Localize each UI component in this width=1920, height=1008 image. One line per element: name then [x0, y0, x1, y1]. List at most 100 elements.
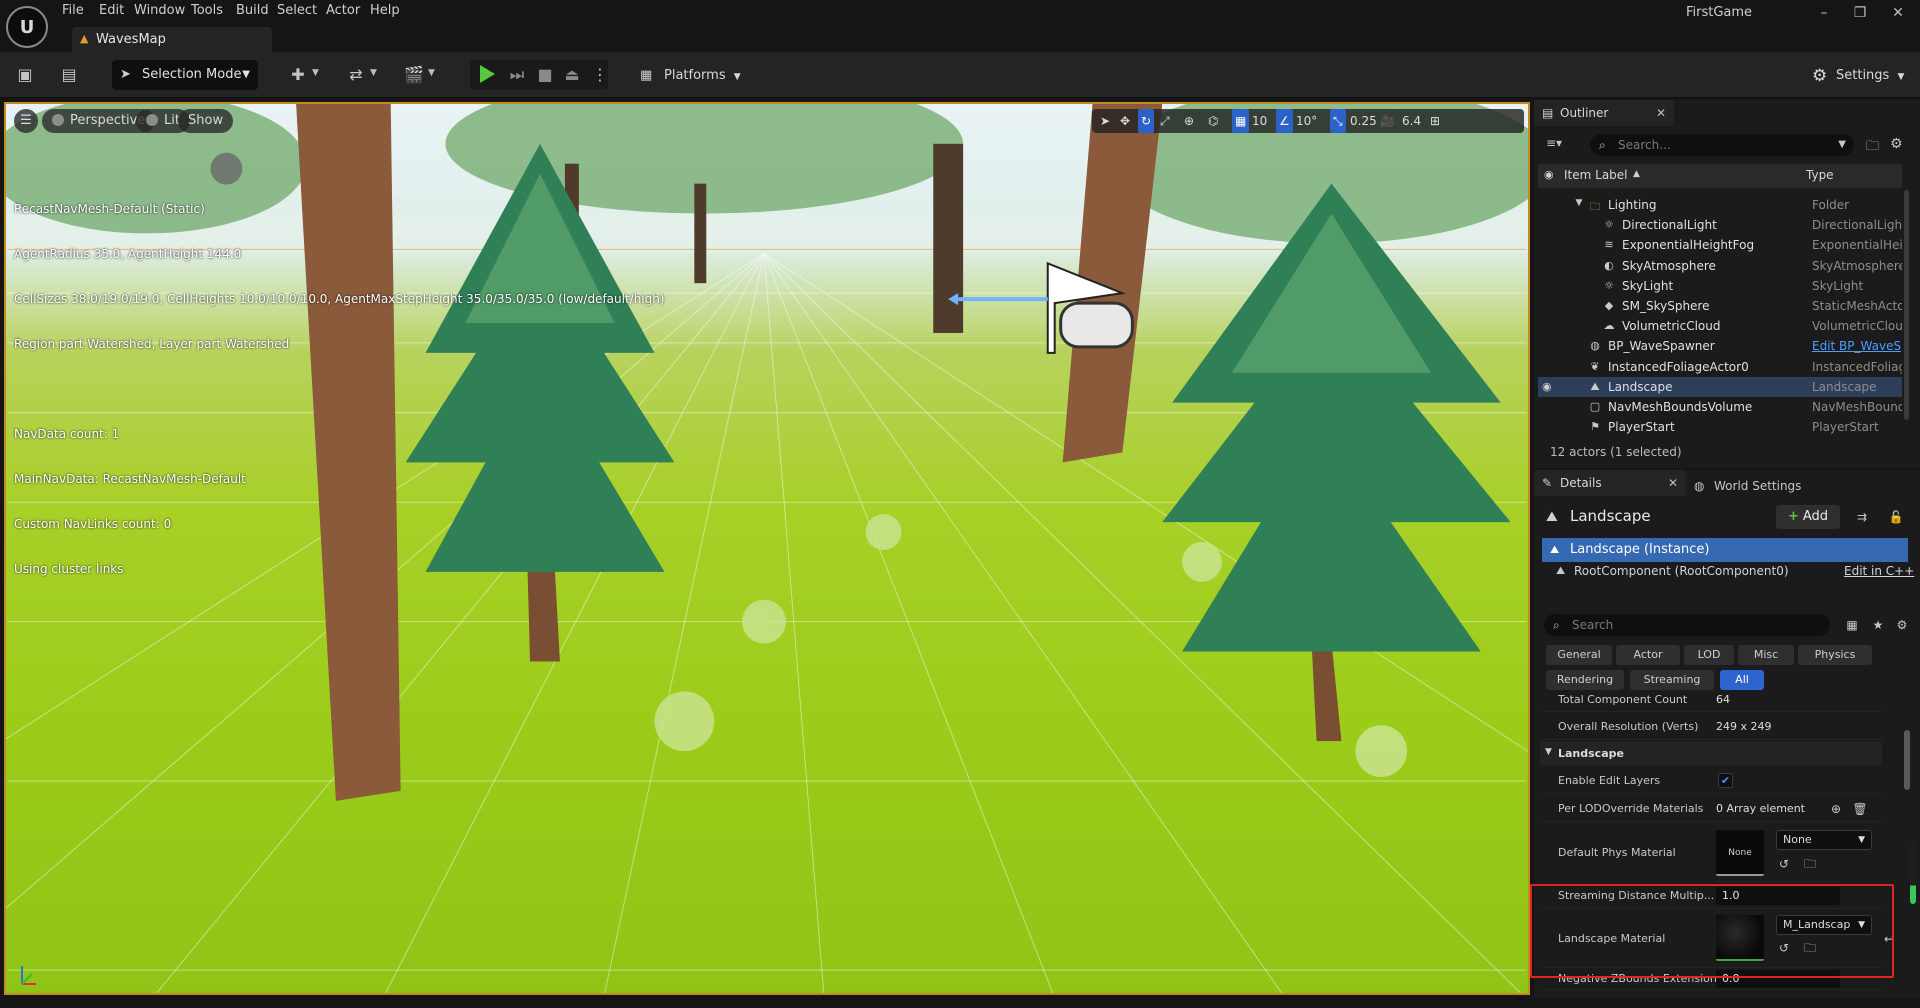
- add-actor-icon[interactable]: ✚: [286, 63, 310, 87]
- blueprint-icon[interactable]: ⇄: [344, 63, 368, 87]
- chevron-down-icon[interactable]: ▼: [370, 68, 377, 78]
- type-column[interactable]: Type: [1806, 168, 1834, 182]
- scale-snap-icon[interactable]: ⤡: [1330, 109, 1346, 133]
- settings-dropdown[interactable]: ⚙ Settings ▼: [1812, 64, 1904, 88]
- add-component-button[interactable]: + Add: [1776, 505, 1840, 529]
- close-icon[interactable]: ✕: [1668, 470, 1678, 496]
- outliner-row[interactable]: ⚑ PlayerStart PlayerStart: [1538, 417, 1902, 437]
- chevron-down-icon[interactable]: ▼: [312, 68, 319, 78]
- outliner-row[interactable]: ◉ ⛰ Landscape Landscape: [1538, 377, 1902, 397]
- add-folder-icon[interactable]: 🗀: [1866, 137, 1879, 159]
- outliner-row[interactable]: ☼ SkyLight SkyLight: [1538, 276, 1902, 296]
- reset-icon[interactable]: ↺: [1776, 856, 1792, 872]
- world-space-icon[interactable]: ⊕: [1184, 109, 1194, 133]
- enable-edit-layers-checkbox[interactable]: ✔: [1718, 773, 1733, 788]
- details-search-input[interactable]: ⌕ Search: [1544, 614, 1830, 636]
- stop-icon[interactable]: ■: [533, 63, 557, 87]
- outliner-scrollbar[interactable]: [1904, 190, 1909, 420]
- outliner-row[interactable]: ❦ InstancedFoliageActor0 InstancedFoliageA…: [1538, 357, 1902, 377]
- save-icon[interactable]: ▣: [13, 63, 37, 87]
- menu-file[interactable]: File: [62, 3, 84, 18]
- platforms-dropdown[interactable]: ▦ Platforms ▼: [640, 64, 741, 88]
- world-settings-tab[interactable]: ◍ World Settings: [1694, 473, 1801, 499]
- blueprint-convert-icon[interactable]: ⇉: [1854, 509, 1870, 525]
- close-icon[interactable]: ✕: [1656, 100, 1666, 126]
- menu-help[interactable]: Help: [370, 3, 400, 18]
- cinematics-icon[interactable]: 🎬: [402, 63, 426, 87]
- menu-tools[interactable]: Tools: [191, 3, 223, 18]
- menu-actor[interactable]: Actor: [326, 3, 360, 18]
- chevron-down-icon[interactable]: ▼: [428, 68, 435, 78]
- component-tree-root[interactable]: ⛰ Landscape (Instance): [1542, 538, 1908, 562]
- outliner-tab[interactable]: ▤ Outliner ✕: [1534, 100, 1674, 126]
- filter-rendering[interactable]: Rendering: [1546, 670, 1624, 690]
- restore-icon[interactable]: ❐: [1842, 2, 1878, 24]
- scale-snap-value[interactable]: 0.25: [1350, 109, 1377, 133]
- visibility-icon[interactable]: ◉: [1544, 168, 1554, 181]
- filter-actor[interactable]: Actor: [1616, 645, 1680, 665]
- grid-snap-icon[interactable]: ▦: [1232, 109, 1250, 133]
- actor-name[interactable]: Landscape: [1570, 507, 1651, 525]
- gear-icon[interactable]: ⚙: [1894, 617, 1910, 633]
- step-icon[interactable]: ⏭: [505, 63, 529, 87]
- add-element-icon[interactable]: ⊕: [1828, 801, 1844, 817]
- camera-speed-icon[interactable]: 🎥: [1380, 109, 1395, 133]
- item-label-column[interactable]: Item Label: [1564, 168, 1628, 182]
- outliner-search-input[interactable]: ⌕ Search... ▼: [1590, 134, 1854, 156]
- level-tab[interactable]: ▲ WavesMap: [72, 27, 272, 52]
- viewport-menu-icon[interactable]: ☰: [14, 109, 38, 133]
- more-options-icon[interactable]: ⋮: [588, 63, 612, 87]
- play-icon[interactable]: [480, 65, 495, 83]
- content-browser-icon[interactable]: ▤: [57, 63, 81, 87]
- filter-icon[interactable]: ≡▾: [1546, 136, 1562, 150]
- filter-general[interactable]: General: [1546, 645, 1612, 665]
- selection-mode-dropdown[interactable]: ➤ Selection Mode ▼: [112, 60, 258, 90]
- outliner-row[interactable]: ≋ ExponentialHeightFog ExponentialHeightFo…: [1538, 235, 1902, 255]
- select-tool-icon[interactable]: ➤: [1100, 109, 1110, 133]
- trash-icon[interactable]: 🗑: [1852, 801, 1868, 817]
- edit-in-cpp-link[interactable]: Edit in C++: [1844, 564, 1914, 578]
- show-button[interactable]: Show: [178, 109, 234, 133]
- rotation-snap-icon[interactable]: ∠: [1276, 109, 1293, 133]
- gear-icon[interactable]: ⚙: [1890, 136, 1903, 152]
- edit-blueprint-link[interactable]: Edit BP_WaveSpawner: [1812, 339, 1902, 353]
- table-view-icon[interactable]: ▦: [1844, 617, 1860, 633]
- outliner-row[interactable]: ▼ 🗀 Lighting Folder: [1538, 195, 1902, 215]
- outliner-row[interactable]: ◍ BP_WaveSpawner Edit BP_WaveSpawner: [1538, 336, 1902, 356]
- filter-all[interactable]: All: [1720, 670, 1764, 690]
- rotate-tool-icon[interactable]: ↻: [1138, 109, 1155, 133]
- browse-icon[interactable]: 🗀: [1802, 856, 1818, 872]
- visibility-icon[interactable]: ◉: [1542, 380, 1552, 393]
- outliner-row[interactable]: ☼ DirectionalLight DirectionalLight: [1538, 215, 1902, 235]
- grid-snap-value[interactable]: 10: [1252, 109, 1267, 133]
- phys-material-combo[interactable]: None ▼: [1776, 830, 1872, 850]
- section-landscape[interactable]: ▼ Landscape: [1540, 742, 1882, 766]
- lock-icon[interactable]: 🔓: [1888, 509, 1904, 525]
- details-scrollbar[interactable]: [1904, 730, 1910, 790]
- outliner-row[interactable]: ☁ VolumetricCloud VolumetricCloud: [1538, 316, 1903, 336]
- chevron-down-icon[interactable]: ▼: [1572, 198, 1586, 212]
- minimize-icon[interactable]: –: [1806, 2, 1842, 24]
- details-tab[interactable]: ✎ Details ✕: [1534, 470, 1686, 496]
- level-viewport[interactable]: ☰ Perspective Lit Show ➤ ✥ ↻ ⤢ ⊕ ⌬ ▦ 10 …: [4, 102, 1530, 995]
- translate-tool-icon[interactable]: ✥: [1120, 109, 1130, 133]
- rotation-snap-value[interactable]: 10°: [1296, 109, 1317, 133]
- camera-speed-value[interactable]: 6.4: [1402, 109, 1421, 133]
- layout-icon[interactable]: ⊞: [1430, 109, 1440, 133]
- phys-material-thumbnail[interactable]: None: [1716, 830, 1764, 876]
- filter-streaming[interactable]: Streaming: [1630, 670, 1714, 690]
- menu-window[interactable]: Window: [134, 3, 185, 18]
- eject-icon[interactable]: ⏏: [560, 63, 584, 87]
- unreal-logo-icon[interactable]: U: [6, 6, 48, 48]
- filter-lod[interactable]: LOD: [1684, 645, 1734, 665]
- outliner-row[interactable]: ▢ NavMeshBoundsVolume NavMeshBoundsVolume: [1538, 397, 1902, 417]
- filter-misc[interactable]: Misc: [1738, 645, 1794, 665]
- outliner-row[interactable]: ◐ SkyAtmosphere SkyAtmosphere: [1538, 256, 1902, 276]
- outliner-row[interactable]: ◆ SM_SkySphere StaticMeshActor: [1538, 296, 1902, 316]
- menu-edit[interactable]: Edit: [99, 3, 124, 18]
- menu-build[interactable]: Build: [236, 3, 269, 18]
- surface-snap-icon[interactable]: ⌬: [1208, 109, 1218, 133]
- menu-select[interactable]: Select: [277, 3, 317, 18]
- scale-tool-icon[interactable]: ⤢: [1160, 109, 1170, 133]
- filter-physics[interactable]: Physics: [1798, 645, 1872, 665]
